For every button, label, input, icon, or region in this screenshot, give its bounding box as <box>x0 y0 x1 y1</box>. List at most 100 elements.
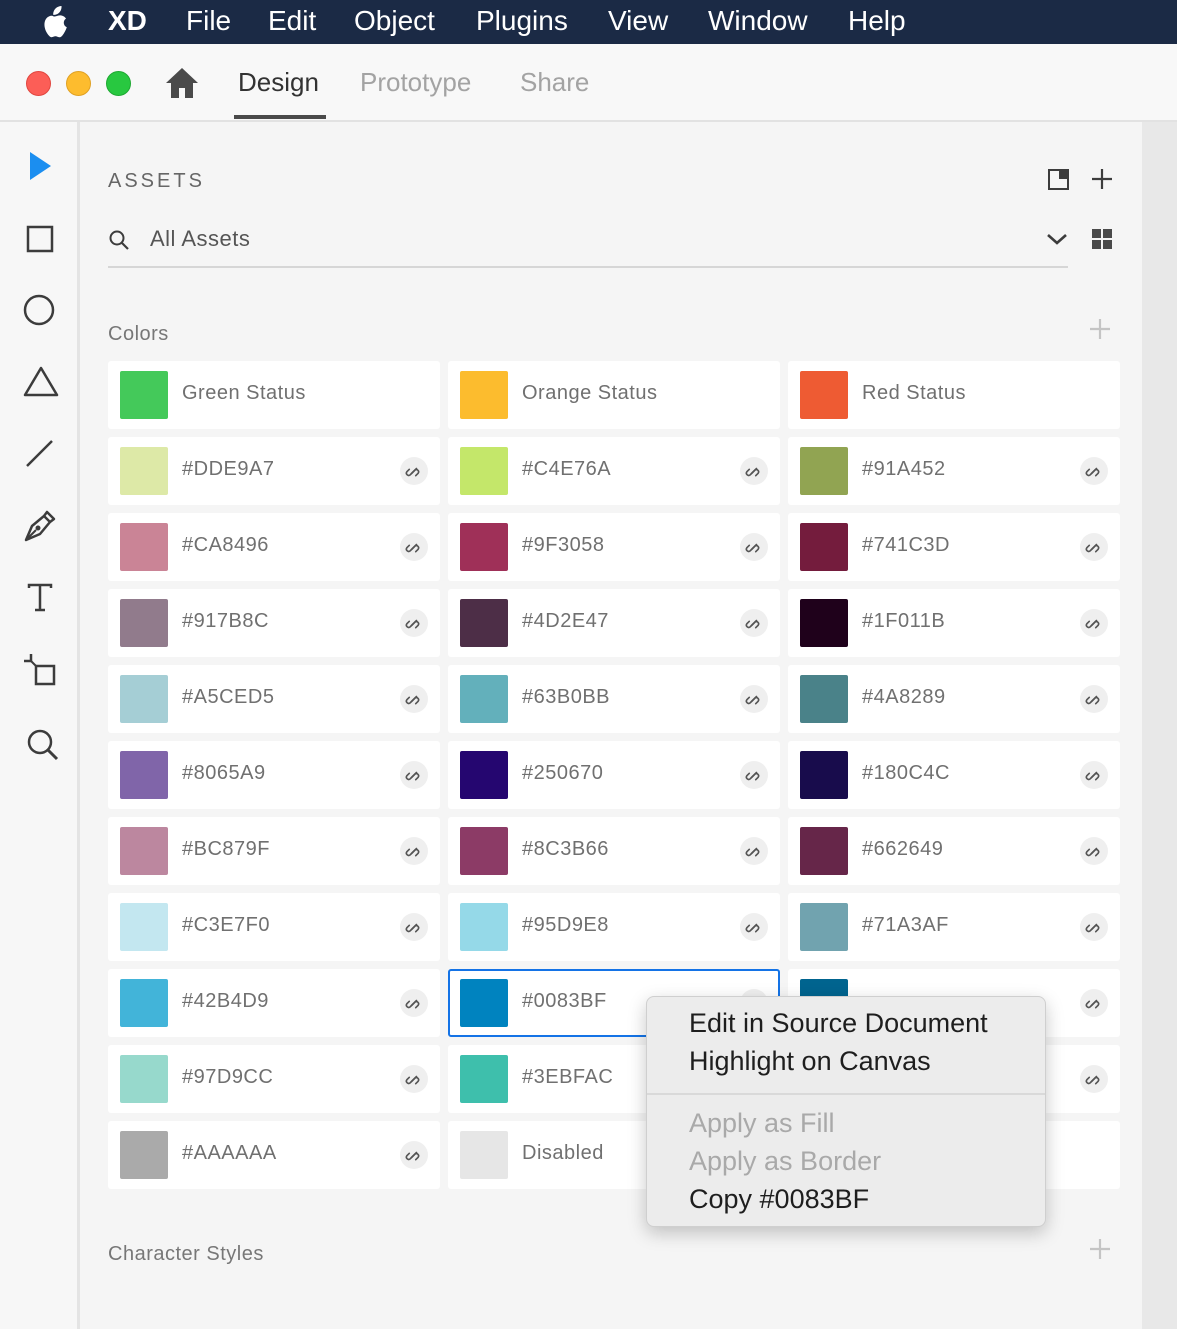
color-swatch-card[interactable]: #4D2E47 <box>448 589 780 657</box>
link-icon[interactable] <box>1080 989 1108 1017</box>
color-swatch-card[interactable]: #C4E76A <box>448 437 780 505</box>
zoom-icon[interactable] <box>16 720 64 768</box>
add-color-icon[interactable] <box>1088 317 1112 341</box>
color-swatch-card[interactable]: #180C4C <box>788 741 1120 809</box>
color-swatch-card[interactable]: #BC879F <box>108 817 440 885</box>
color-swatch-card[interactable]: #71A3AF <box>788 893 1120 961</box>
color-swatch-label: #CA8496 <box>182 534 269 556</box>
color-chip <box>120 371 168 419</box>
color-swatch-card[interactable]: #8065A9 <box>108 741 440 809</box>
text-icon[interactable] <box>16 574 64 622</box>
canvas-edge <box>1142 122 1177 1329</box>
link-icon[interactable] <box>400 837 428 865</box>
color-swatch-card[interactable]: #741C3D <box>788 513 1120 581</box>
zoom-window-button[interactable] <box>106 71 131 96</box>
link-icon[interactable] <box>400 913 428 941</box>
color-swatch-card[interactable]: #250670 <box>448 741 780 809</box>
menu-plugins[interactable]: Plugins <box>476 4 568 38</box>
link-icon[interactable] <box>1080 913 1108 941</box>
artboard-icon[interactable] <box>16 646 64 694</box>
menu-item-highlight-on-canvas[interactable]: Highlight on Canvas <box>689 1043 931 1079</box>
link-icon[interactable] <box>740 913 768 941</box>
close-window-button[interactable] <box>26 71 51 96</box>
color-chip <box>460 447 508 495</box>
tab-share[interactable]: Share <box>520 64 589 100</box>
link-icon[interactable] <box>400 457 428 485</box>
tab-design[interactable]: Design <box>238 64 319 100</box>
link-icon[interactable] <box>400 761 428 789</box>
color-swatch-label: #8C3B66 <box>522 838 609 860</box>
color-swatch-card[interactable]: #42B4D9 <box>108 969 440 1037</box>
link-icon[interactable] <box>740 837 768 865</box>
link-icon[interactable] <box>1080 1065 1108 1093</box>
color-swatch-card[interactable]: #97D9CC <box>108 1045 440 1113</box>
link-icon[interactable] <box>1080 685 1108 713</box>
color-chip <box>800 599 848 647</box>
link-icon[interactable] <box>400 685 428 713</box>
color-swatch-label: #741C3D <box>862 534 951 556</box>
menu-object[interactable]: Object <box>354 4 435 38</box>
ellipse-icon[interactable] <box>16 286 64 334</box>
link-icon[interactable] <box>400 1141 428 1169</box>
rectangle-icon[interactable] <box>16 215 64 263</box>
link-icon[interactable] <box>740 761 768 789</box>
link-icon[interactable] <box>400 1065 428 1093</box>
color-chip <box>460 1131 508 1179</box>
open-document-icon[interactable] <box>1046 166 1072 192</box>
add-asset-icon[interactable] <box>1090 167 1114 191</box>
tab-prototype[interactable]: Prototype <box>360 64 471 100</box>
color-swatch-card[interactable]: #CA8496 <box>108 513 440 581</box>
link-icon[interactable] <box>740 457 768 485</box>
color-swatch-card[interactable]: #1F011B <box>788 589 1120 657</box>
link-icon[interactable] <box>740 609 768 637</box>
link-icon[interactable] <box>740 533 768 561</box>
color-swatch-card[interactable]: #4A8289 <box>788 665 1120 733</box>
app-name-menu[interactable]: XD <box>108 4 147 38</box>
add-character-style-icon[interactable] <box>1088 1237 1112 1261</box>
menu-file[interactable]: File <box>186 4 231 38</box>
color-swatch-card[interactable]: #8C3B66 <box>448 817 780 885</box>
color-swatch-card[interactable]: #A5CED5 <box>108 665 440 733</box>
pen-icon[interactable] <box>16 502 64 550</box>
color-swatch-label: #662649 <box>862 838 944 860</box>
color-swatch-card[interactable]: #C3E7F0 <box>108 893 440 961</box>
color-swatch-label: #9F3058 <box>522 534 605 556</box>
select-icon[interactable] <box>16 142 64 190</box>
menu-help[interactable]: Help <box>848 4 906 38</box>
line-icon[interactable] <box>16 430 64 478</box>
link-icon[interactable] <box>1080 761 1108 789</box>
color-swatch-card[interactable]: #DDE9A7 <box>108 437 440 505</box>
link-icon[interactable] <box>1080 457 1108 485</box>
color-swatch-card[interactable]: Green Status <box>108 361 440 429</box>
color-swatch-label: Disabled <box>522 1142 604 1164</box>
menu-view[interactable]: View <box>608 4 668 38</box>
link-icon[interactable] <box>740 685 768 713</box>
menu-item-copy-color[interactable]: Copy #0083BF <box>689 1181 869 1217</box>
link-icon[interactable] <box>1080 837 1108 865</box>
color-swatch-card[interactable]: #9F3058 <box>448 513 780 581</box>
menu-edit[interactable]: Edit <box>268 4 316 38</box>
color-swatch-card[interactable]: #662649 <box>788 817 1120 885</box>
color-swatch-card[interactable]: #91A452 <box>788 437 1120 505</box>
apple-logo-icon[interactable] <box>38 4 72 40</box>
color-swatch-card[interactable]: #AAAAAA <box>108 1121 440 1189</box>
menu-window[interactable]: Window <box>708 4 808 38</box>
color-swatch-card[interactable]: #917B8C <box>108 589 440 657</box>
assets-filter[interactable]: All Assets <box>108 218 1068 268</box>
link-icon[interactable] <box>400 533 428 561</box>
color-swatch-card[interactable]: Orange Status <box>448 361 780 429</box>
grid-view-icon[interactable] <box>1091 228 1113 250</box>
color-swatch-label: #71A3AF <box>862 914 949 936</box>
home-icon[interactable] <box>164 66 200 100</box>
chevron-down-icon[interactable] <box>1046 230 1068 248</box>
link-icon[interactable] <box>1080 533 1108 561</box>
link-icon[interactable] <box>400 989 428 1017</box>
color-swatch-card[interactable]: Red Status <box>788 361 1120 429</box>
link-icon[interactable] <box>400 609 428 637</box>
minimize-window-button[interactable] <box>66 71 91 96</box>
polygon-icon[interactable] <box>16 358 64 406</box>
color-swatch-card[interactable]: #63B0BB <box>448 665 780 733</box>
menu-item-edit-in-source[interactable]: Edit in Source Document <box>689 1005 988 1041</box>
link-icon[interactable] <box>1080 609 1108 637</box>
color-swatch-card[interactable]: #95D9E8 <box>448 893 780 961</box>
